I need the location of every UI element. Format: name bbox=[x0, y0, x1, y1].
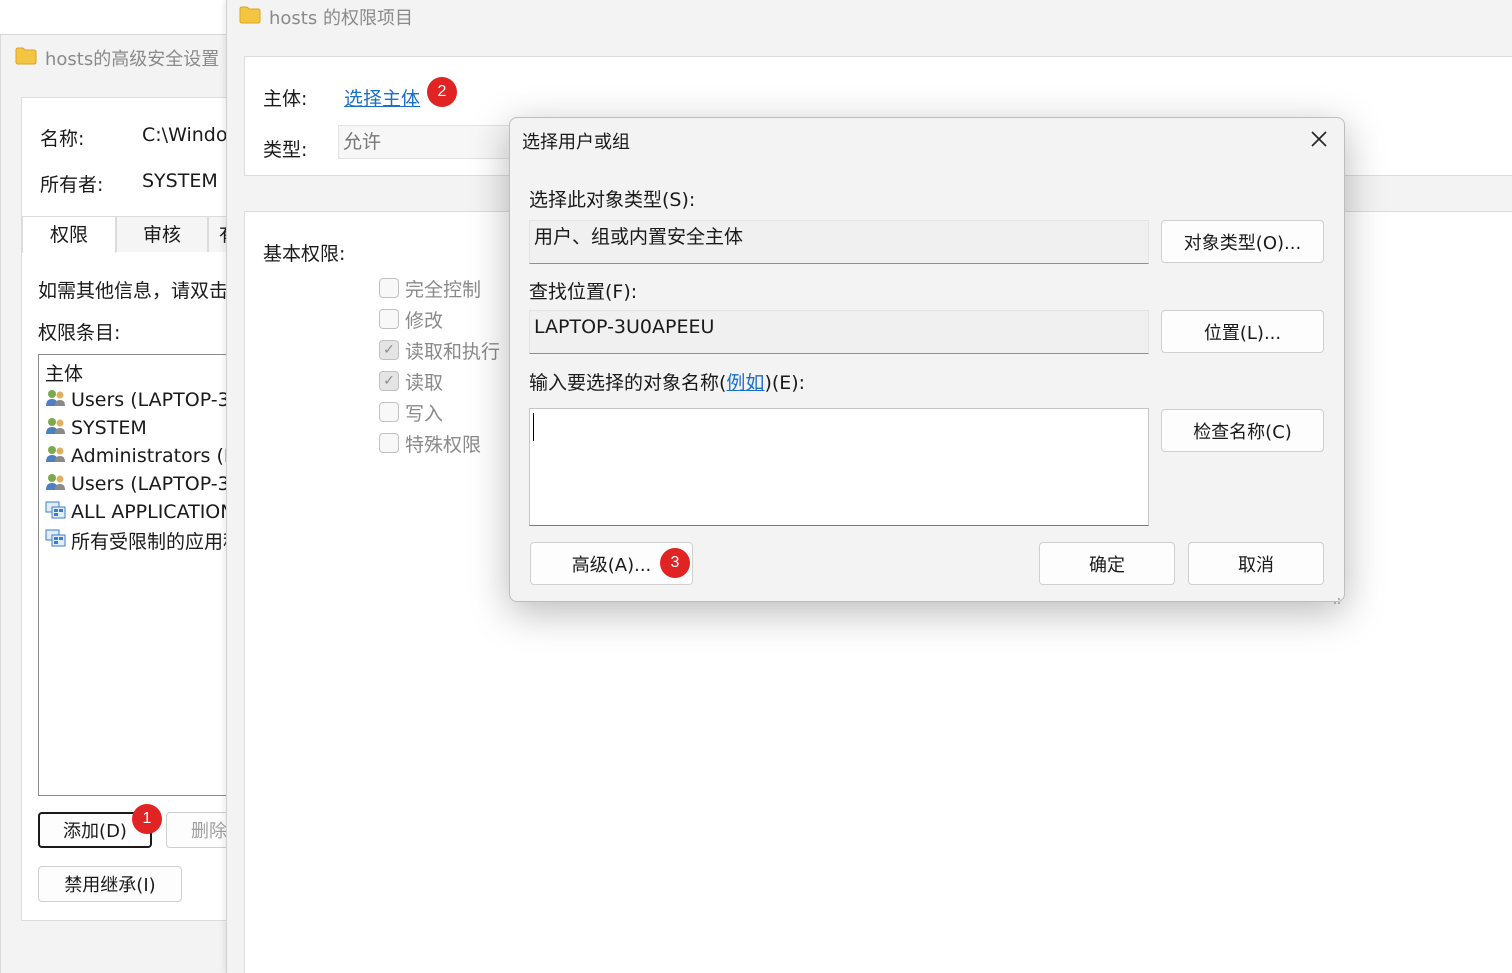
checkbox-label: 读取 bbox=[405, 371, 444, 394]
basic-permissions-label: 基本权限: bbox=[263, 243, 346, 265]
advanced-security-titlebar: hosts的高级安全设置 bbox=[15, 45, 219, 71]
object-types-button[interactable]: 对象类型(O)... bbox=[1161, 220, 1324, 263]
entry-name: SYSTEM bbox=[71, 417, 147, 439]
object-type-field: 用户、组或内置安全主体 bbox=[529, 220, 1149, 264]
checkbox-label: 写入 bbox=[405, 402, 444, 425]
checkbox-icon bbox=[379, 309, 399, 329]
entry-name: 所有受限制的应用程 bbox=[71, 530, 243, 553]
owner-value: SYSTEM bbox=[142, 170, 218, 192]
enter-names-prefix: 输入要选择的对象名称( bbox=[529, 372, 727, 394]
list-item[interactable]: SYSTEM bbox=[45, 415, 147, 441]
permission-entry-titlebar: hosts 的权限项目 bbox=[239, 4, 413, 30]
app-package-icon bbox=[45, 501, 67, 524]
name-value: C:\Windov bbox=[142, 124, 239, 146]
checkbox-read[interactable]: ✓ 读取 bbox=[379, 367, 443, 395]
app-package-icon bbox=[45, 529, 67, 552]
checkbox-write[interactable]: 写入 bbox=[379, 398, 443, 426]
tab-strip: 权限 审核 有 bbox=[22, 216, 252, 253]
users-group-icon bbox=[45, 389, 67, 412]
entry-name: ALL APPLICATION bbox=[71, 501, 235, 523]
advanced-security-window: hosts的高级安全设置 名称: C:\Windov 所有者: SYSTEM 权… bbox=[0, 34, 266, 973]
list-item[interactable]: ALL APPLICATION bbox=[45, 499, 234, 525]
checkbox-read-execute[interactable]: ✓ 读取和执行 bbox=[379, 336, 500, 364]
checkbox-icon bbox=[379, 278, 399, 298]
location-field: LAPTOP-3U0APEEU bbox=[529, 310, 1149, 354]
owner-label: 所有者: bbox=[40, 174, 104, 196]
ok-button[interactable]: 确定 bbox=[1039, 542, 1175, 585]
step-badge-2: 2 bbox=[427, 77, 457, 107]
select-principal-link[interactable]: 选择主体 bbox=[344, 84, 420, 111]
advanced-security-body: 名称: C:\Windov 所有者: SYSTEM 权限 审核 有 如需其他信息… bbox=[21, 97, 266, 921]
principal-label: 主体: bbox=[263, 88, 308, 110]
object-names-input[interactable] bbox=[529, 408, 1149, 526]
type-dropdown[interactable]: 允许 bbox=[338, 125, 518, 159]
object-type-label: 选择此对象类型(S): bbox=[529, 189, 696, 211]
entry-name: Administrators (LA bbox=[71, 445, 248, 467]
checkbox-special-permissions[interactable]: 特殊权限 bbox=[379, 429, 481, 457]
step-badge-3: 3 bbox=[660, 548, 690, 578]
type-label: 类型: bbox=[263, 139, 308, 161]
checkbox-label: 完全控制 bbox=[405, 278, 482, 301]
list-item[interactable]: Users (LAPTOP-3U bbox=[45, 471, 244, 497]
examples-link[interactable]: 例如 bbox=[726, 372, 764, 394]
resize-grip-icon[interactable] bbox=[1331, 588, 1341, 604]
users-group-icon bbox=[45, 445, 67, 468]
step-badge-1: 1 bbox=[132, 804, 162, 834]
entry-name: Users (LAPTOP-3U bbox=[71, 389, 244, 411]
disable-inheritance-button[interactable]: 禁用继承(I) bbox=[38, 866, 182, 902]
users-group-icon bbox=[45, 417, 67, 440]
checkbox-icon bbox=[379, 402, 399, 422]
folder-icon bbox=[15, 47, 37, 70]
text-caret bbox=[533, 413, 534, 441]
checkbox-label: 特殊权限 bbox=[405, 433, 482, 456]
locations-button[interactable]: 位置(L)... bbox=[1161, 310, 1324, 353]
tab-auditing[interactable]: 审核 bbox=[116, 216, 208, 252]
checkbox-label: 修改 bbox=[405, 309, 444, 332]
checkmark-icon: ✓ bbox=[379, 371, 399, 391]
checkbox-modify[interactable]: 修改 bbox=[379, 305, 443, 333]
permission-entries-list[interactable]: 主体 Users (LAPTOP-3U SYSTEM Administrator… bbox=[38, 354, 258, 796]
entry-name: Users (LAPTOP-3U bbox=[71, 473, 244, 495]
enter-names-suffix: )(E): bbox=[764, 372, 806, 394]
list-item[interactable]: Administrators (LA bbox=[45, 443, 248, 469]
tab-permissions[interactable]: 权限 bbox=[22, 216, 116, 253]
checkbox-icon bbox=[379, 433, 399, 453]
info-text: 如需其他信息，请双击 bbox=[38, 280, 229, 302]
checkmark-icon: ✓ bbox=[379, 340, 399, 360]
check-names-button[interactable]: 检查名称(C) bbox=[1161, 409, 1324, 452]
folder-icon bbox=[239, 6, 261, 29]
window-title: hosts的高级安全设置 bbox=[45, 49, 220, 70]
close-icon[interactable] bbox=[1308, 128, 1330, 150]
entries-label: 权限条目: bbox=[38, 322, 121, 344]
select-users-dialog: 选择用户或组 选择此对象类型(S): 用户、组或内置安全主体 对象类型(O)..… bbox=[509, 117, 1345, 604]
list-item[interactable]: Users (LAPTOP-3U bbox=[45, 387, 244, 413]
cancel-button[interactable]: 取消 bbox=[1188, 542, 1324, 585]
checkbox-full-control[interactable]: 完全控制 bbox=[379, 274, 481, 302]
users-group-icon bbox=[45, 473, 67, 496]
enter-names-label: 输入要选择的对象名称(例如)(E): bbox=[529, 368, 805, 395]
window-title: hosts 的权限项目 bbox=[269, 8, 413, 29]
dialog-title: 选择用户或组 bbox=[522, 132, 630, 153]
checkbox-label: 读取和执行 bbox=[405, 340, 501, 363]
location-label: 查找位置(F): bbox=[529, 281, 638, 303]
name-label: 名称: bbox=[40, 128, 85, 150]
list-item[interactable]: 所有受限制的应用程 bbox=[45, 527, 242, 553]
list-header-principal[interactable]: 主体 bbox=[45, 359, 83, 386]
